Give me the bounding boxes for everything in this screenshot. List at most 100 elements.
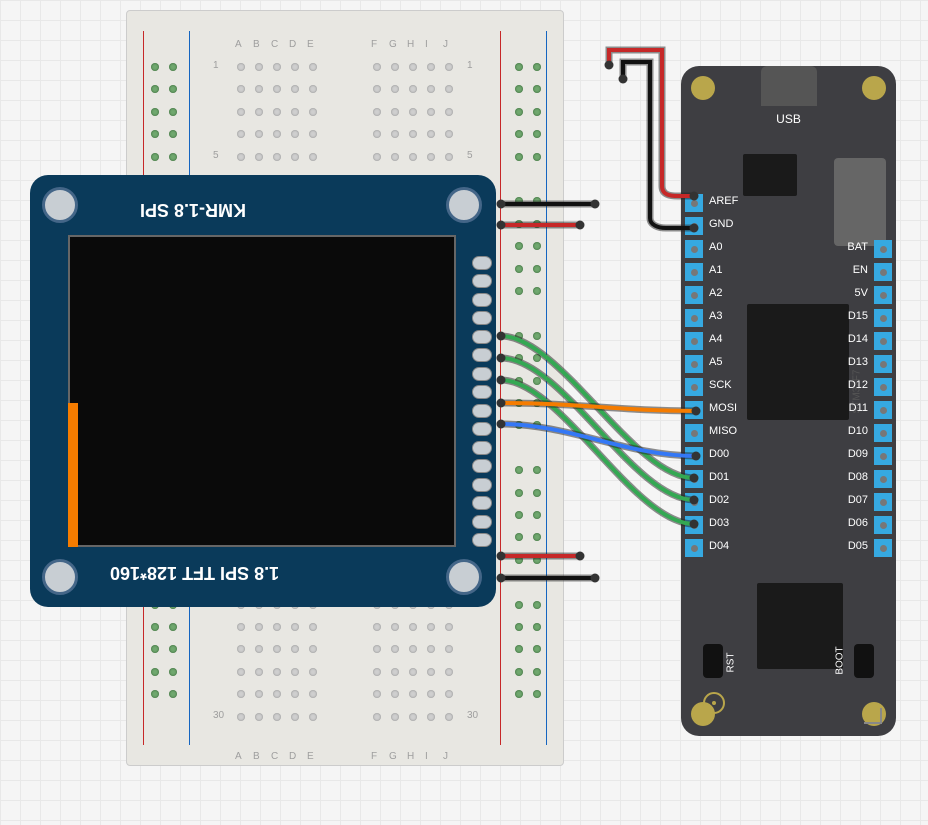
lcd-pin[interactable] [472,515,492,529]
pin-D07[interactable] [874,493,892,511]
tie-point[interactable] [309,623,317,631]
pin-A4[interactable] [685,332,703,350]
lcd-pin[interactable] [472,478,492,492]
tie-point[interactable] [373,713,381,721]
pin-A0[interactable] [685,240,703,258]
pin-D05[interactable] [874,539,892,557]
tie-point[interactable] [391,130,399,138]
rail-hole[interactable] [533,108,541,116]
tie-point[interactable] [409,645,417,653]
pin-SCK[interactable] [685,378,703,396]
lcd-pin[interactable] [472,385,492,399]
rail-hole[interactable] [515,556,523,564]
tie-point[interactable] [237,623,245,631]
tie-point[interactable] [255,668,263,676]
tie-point[interactable] [273,130,281,138]
tie-point[interactable] [309,690,317,698]
tie-point[interactable] [255,623,263,631]
pin-D01[interactable] [685,470,703,488]
tie-point[interactable] [391,713,399,721]
rail-hole[interactable] [169,645,177,653]
tie-point[interactable] [427,130,435,138]
rail-hole[interactable] [169,63,177,71]
tie-point[interactable] [237,668,245,676]
lcd-pin[interactable] [472,533,492,547]
pin-D04[interactable] [685,539,703,557]
rail-hole[interactable] [515,601,523,609]
tie-point[interactable] [309,130,317,138]
rail-hole[interactable] [169,668,177,676]
rail-hole[interactable] [515,399,523,407]
rail-hole[interactable] [151,153,159,161]
boot-button[interactable] [854,644,874,678]
rail-hole[interactable] [515,153,523,161]
tie-point[interactable] [373,85,381,93]
tie-point[interactable] [309,713,317,721]
tie-point[interactable] [273,108,281,116]
tie-point[interactable] [291,153,299,161]
rail-hole[interactable] [533,466,541,474]
tie-point[interactable] [255,690,263,698]
pin-D12[interactable] [874,378,892,396]
rail-hole[interactable] [151,645,159,653]
pin-D10[interactable] [874,424,892,442]
rail-hole[interactable] [533,399,541,407]
rail-hole[interactable] [515,197,523,205]
pin-D08[interactable] [874,470,892,488]
tie-point[interactable] [291,690,299,698]
tie-point[interactable] [409,130,417,138]
pin-D09[interactable] [874,447,892,465]
tie-point[interactable] [291,63,299,71]
rail-hole[interactable] [151,130,159,138]
tie-point[interactable] [427,713,435,721]
rail-hole[interactable] [533,153,541,161]
tie-point[interactable] [391,623,399,631]
tie-point[interactable] [391,668,399,676]
rail-hole[interactable] [515,511,523,519]
lcd-pin[interactable] [472,348,492,362]
rail-hole[interactable] [169,690,177,698]
tie-point[interactable] [427,623,435,631]
rail-hole[interactable] [169,85,177,93]
tie-point[interactable] [273,153,281,161]
pin-D13[interactable] [874,355,892,373]
pin-A3[interactable] [685,309,703,327]
tie-point[interactable] [445,713,453,721]
pin-5V[interactable] [874,286,892,304]
tie-point[interactable] [255,63,263,71]
rail-hole[interactable] [169,108,177,116]
tie-point[interactable] [273,645,281,653]
tie-point[interactable] [237,108,245,116]
tie-point[interactable] [409,63,417,71]
tie-point[interactable] [309,85,317,93]
rail-hole[interactable] [533,354,541,362]
tie-point[interactable] [273,668,281,676]
tie-point[interactable] [237,690,245,698]
rail-hole[interactable] [515,332,523,340]
tie-point[interactable] [237,153,245,161]
tie-point[interactable] [409,690,417,698]
pin-MOSI[interactable] [685,401,703,419]
tie-point[interactable] [255,153,263,161]
tie-point[interactable] [237,85,245,93]
tie-point[interactable] [309,645,317,653]
tie-point[interactable] [373,153,381,161]
rst-button[interactable] [703,644,723,678]
tie-point[interactable] [445,85,453,93]
rail-hole[interactable] [515,287,523,295]
rail-hole[interactable] [533,668,541,676]
rail-hole[interactable] [169,623,177,631]
tie-point[interactable] [445,690,453,698]
tie-point[interactable] [273,623,281,631]
rail-hole[interactable] [515,466,523,474]
pin-BAT[interactable] [874,240,892,258]
tie-point[interactable] [391,85,399,93]
rail-hole[interactable] [169,130,177,138]
pin-AREF[interactable] [685,194,703,212]
pin-MISO[interactable] [685,424,703,442]
rail-hole[interactable] [533,242,541,250]
rail-hole[interactable] [515,377,523,385]
tie-point[interactable] [445,130,453,138]
rail-hole[interactable] [533,511,541,519]
rail-hole[interactable] [533,130,541,138]
